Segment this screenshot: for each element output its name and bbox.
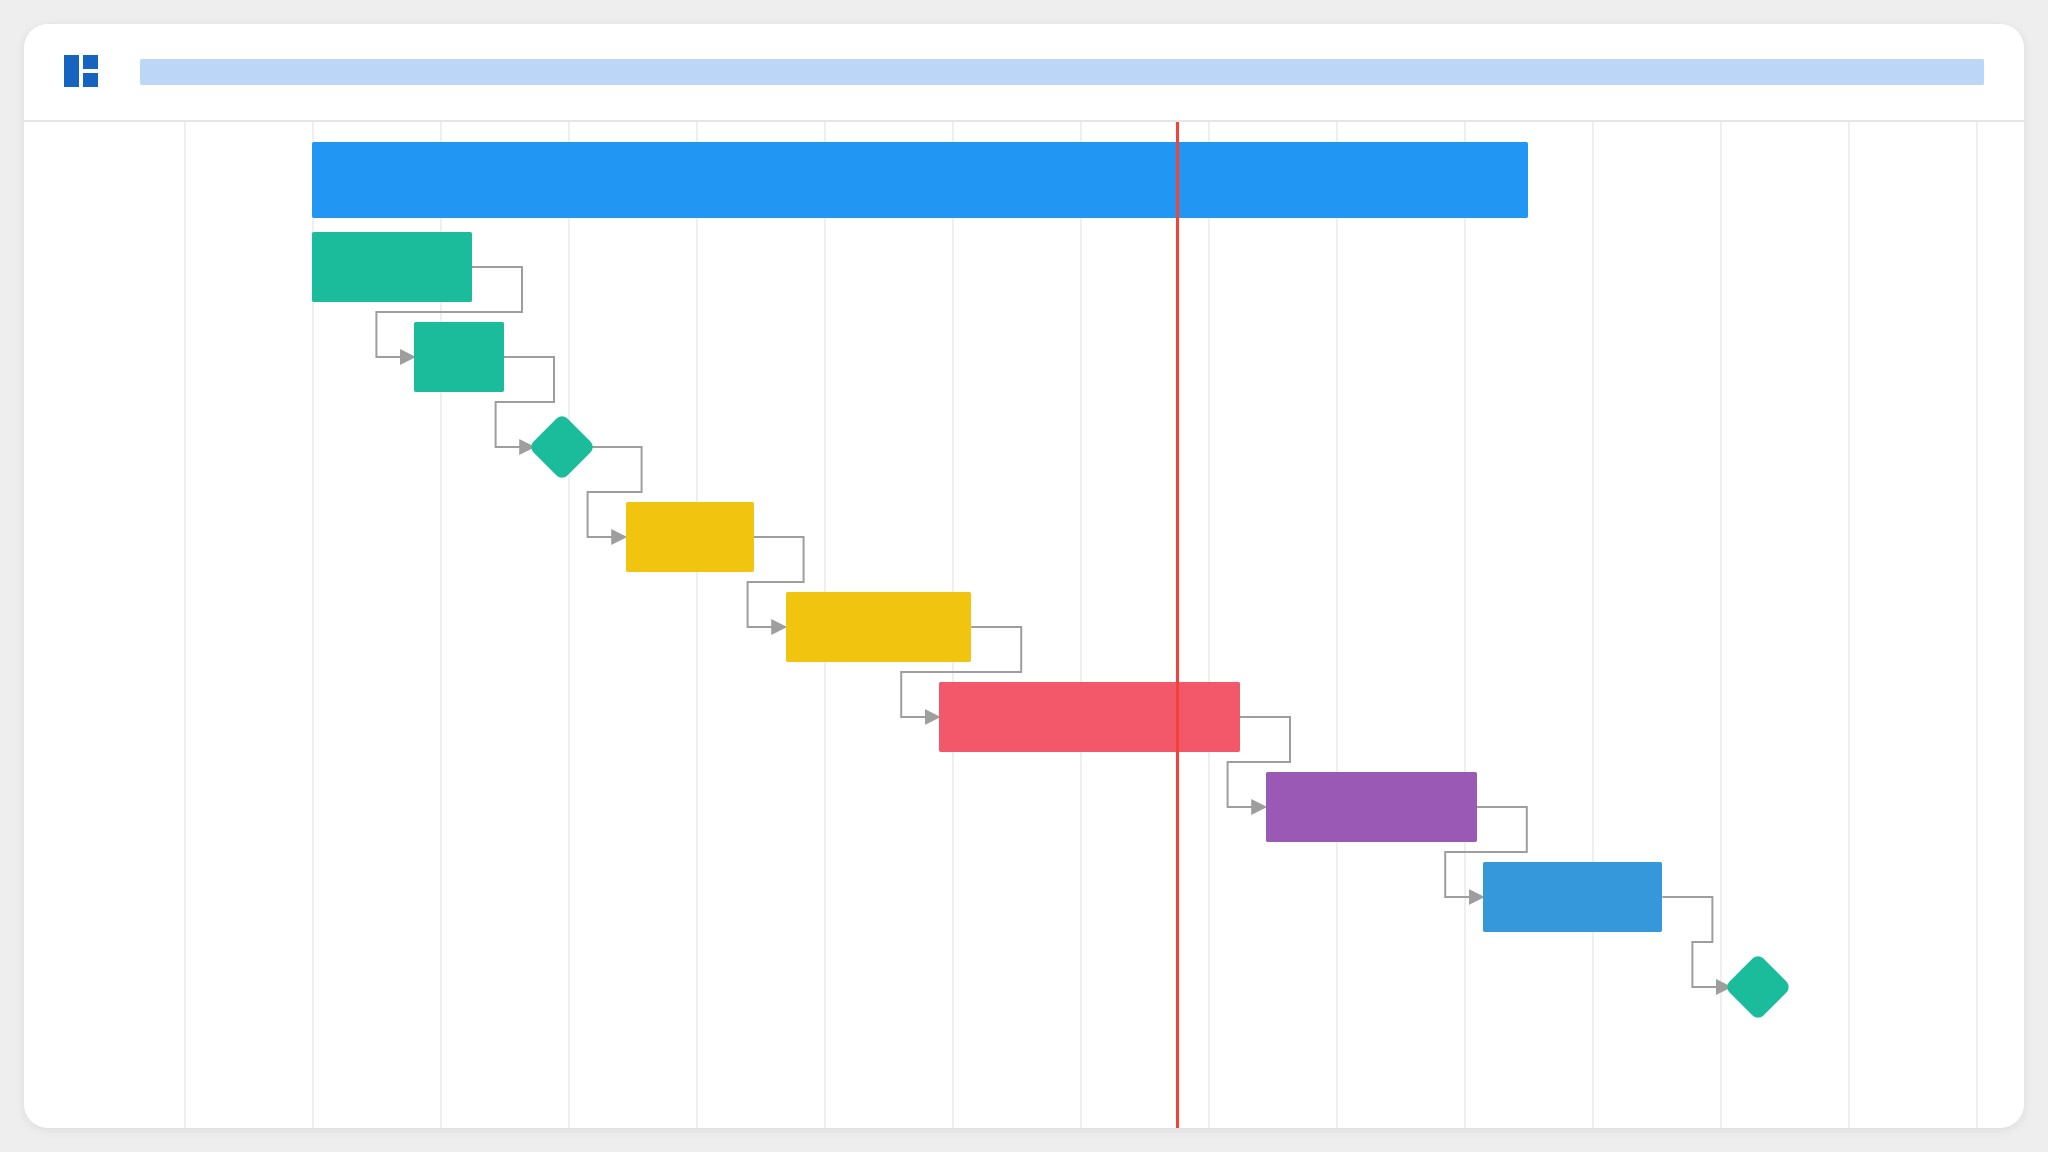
gridline [1976, 122, 1978, 1128]
gridline [1592, 122, 1594, 1128]
gridline [1464, 122, 1466, 1128]
gantt-chart[interactable] [24, 122, 2024, 1128]
gridline [184, 122, 186, 1128]
gantt-milestone[interactable] [1724, 953, 1792, 1021]
app-window [24, 24, 2024, 1128]
app-logo-icon [64, 55, 98, 89]
gridline [696, 122, 698, 1128]
gridline [1336, 122, 1338, 1128]
gantt-task-bar[interactable] [1483, 862, 1662, 932]
gantt-task-bar[interactable] [1266, 772, 1477, 842]
gantt-milestone[interactable] [528, 413, 596, 481]
gantt-task-bar[interactable] [939, 682, 1240, 752]
gantt-task-bar[interactable] [626, 502, 754, 572]
header-bar [24, 24, 2024, 122]
gantt-task-bar[interactable] [414, 322, 504, 392]
gantt-summary-bar[interactable] [312, 142, 1528, 218]
gridline [1720, 122, 1722, 1128]
today-line [1176, 122, 1179, 1128]
gantt-task-bar[interactable] [312, 232, 472, 302]
title-placeholder [140, 59, 1984, 85]
gridline [1080, 122, 1082, 1128]
gridline [1208, 122, 1210, 1128]
gridline [568, 122, 570, 1128]
gantt-task-bar[interactable] [786, 592, 972, 662]
gridline [1848, 122, 1850, 1128]
